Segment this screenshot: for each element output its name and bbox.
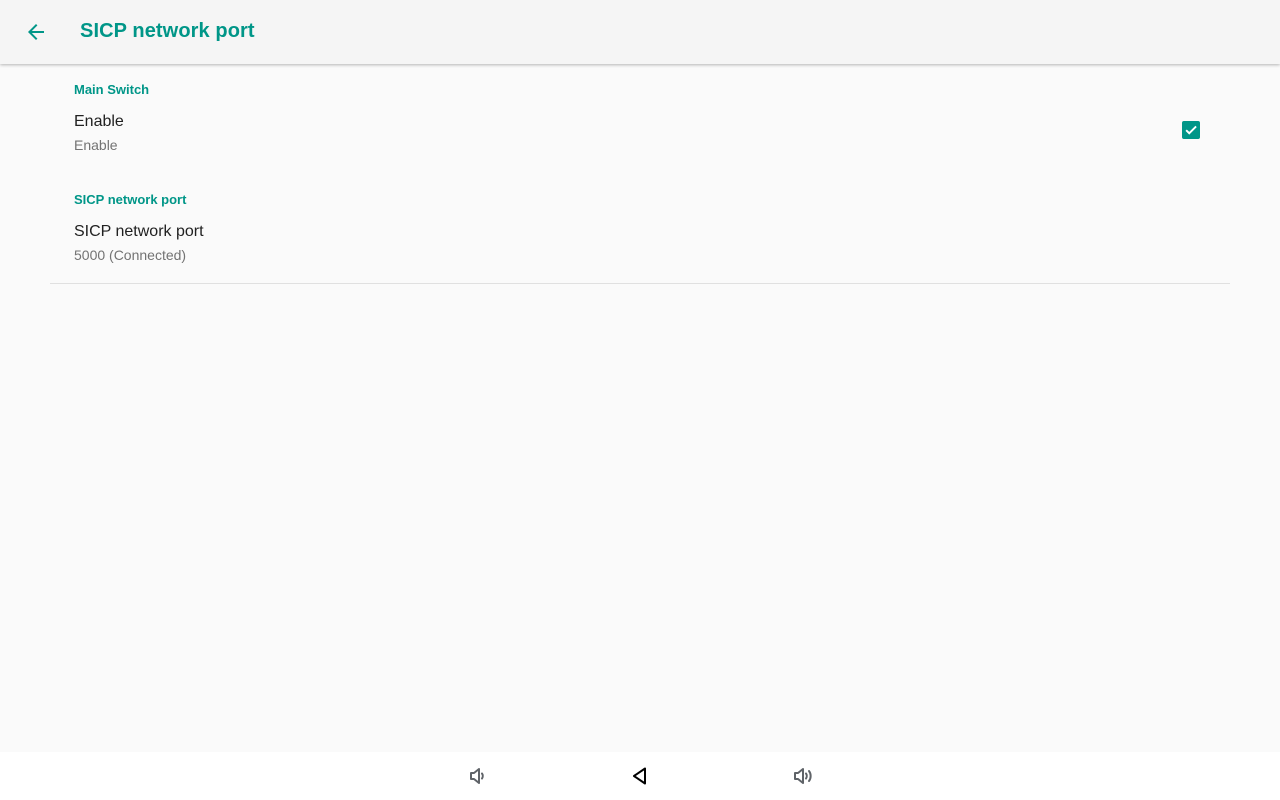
app-bar: SICP network port (0, 0, 1280, 64)
check-icon (1185, 125, 1197, 135)
settings-screen: SICP network port Main Switch Enable Ena… (0, 0, 1280, 800)
enable-summary: Enable (74, 137, 118, 153)
category-header-sicp-network-port: SICP network port (74, 192, 187, 207)
volume-up-icon (794, 768, 812, 784)
volume-down-button[interactable] (464, 762, 492, 790)
page-title: SICP network port (80, 20, 255, 42)
enable-title: Enable (74, 113, 124, 130)
back-button[interactable] (12, 8, 60, 56)
volume-down-icon (470, 768, 484, 784)
navigation-bar (0, 752, 1280, 800)
category-header-main-switch: Main Switch (74, 82, 150, 97)
sicp-port-title: SICP network port (74, 223, 204, 240)
enable-preference[interactable]: Enable Enable (50, 105, 1230, 167)
sicp-port-summary: 5000 (Connected) (74, 247, 187, 263)
enable-checkbox[interactable] (1182, 121, 1200, 139)
arrow-back-icon (28, 24, 44, 40)
sicp-network-port-preference[interactable]: SICP network port 5000 (Connected) (50, 215, 1230, 277)
list-divider (50, 283, 1230, 284)
back-triangle-icon (633, 767, 646, 785)
preferences-list: Main Switch Enable Enable SICP network p… (0, 64, 1280, 752)
nav-back-button[interactable] (626, 762, 654, 790)
volume-up-button[interactable] (789, 762, 817, 790)
